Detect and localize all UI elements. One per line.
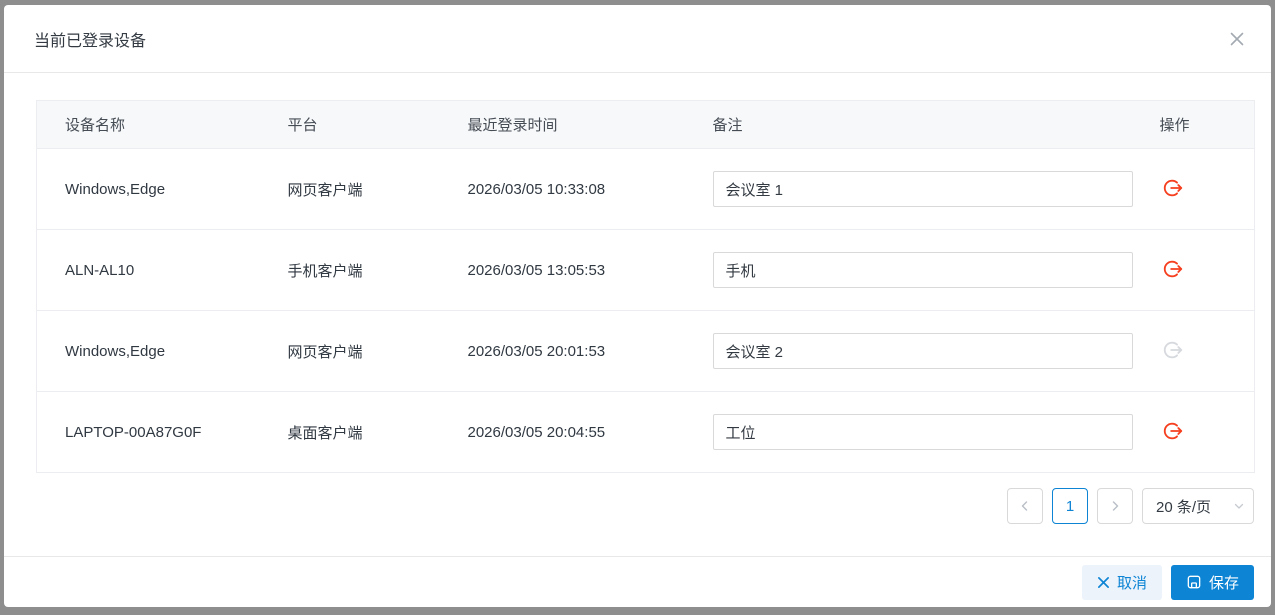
page-1-button[interactable]: 1 [1052, 488, 1088, 524]
logout-icon [1162, 258, 1184, 280]
operation-cell [1131, 229, 1255, 311]
remark-input[interactable] [712, 171, 1133, 207]
table-row: Windows,Edge 网页客户端 2026/03/05 20:01:53 [36, 310, 1255, 392]
table-row: LAPTOP-00A87G0F 桌面客户端 2026/03/05 20:04:5… [36, 391, 1255, 473]
pagination: 1 20 条/页 [36, 488, 1254, 524]
operation-cell [1131, 391, 1255, 473]
last-login-cell: 2026/03/05 20:04:55 [439, 391, 685, 473]
table-header-row: 设备名称 平台 最近登录时间 备注 操作 [36, 100, 1255, 149]
column-header-device-name: 设备名称 [36, 100, 260, 149]
operation-cell [1131, 148, 1255, 230]
table-row: Windows,Edge 网页客户端 2026/03/05 10:33:08 [36, 148, 1255, 230]
remark-cell [684, 310, 1133, 392]
next-page-button[interactable] [1097, 488, 1133, 524]
remark-cell [684, 229, 1133, 311]
remark-input[interactable] [712, 333, 1133, 369]
remark-cell [684, 148, 1133, 230]
close-icon [1229, 31, 1245, 47]
modal-footer: 取消 保存 [4, 556, 1271, 607]
last-login-cell: 2026/03/05 20:01:53 [439, 310, 685, 392]
table-body: Windows,Edge 网页客户端 2026/03/05 10:33:08 A… [36, 148, 1255, 473]
device-name-cell: ALN-AL10 [36, 229, 260, 311]
modal-title: 当前已登录设备 [34, 32, 147, 50]
device-name-cell: Windows,Edge [36, 148, 260, 230]
device-name-cell: LAPTOP-00A87G0F [36, 391, 260, 473]
logout-button[interactable] [1160, 175, 1186, 201]
platform-cell: 网页客户端 [259, 148, 440, 230]
remark-cell [684, 391, 1133, 473]
cancel-button-label: 取消 [1116, 574, 1147, 592]
logout-button [1160, 337, 1186, 363]
chevron-down-icon [1233, 500, 1245, 512]
remark-input[interactable] [712, 252, 1133, 288]
last-login-cell: 2026/03/05 10:33:08 [439, 148, 685, 230]
platform-cell: 桌面客户端 [259, 391, 440, 473]
save-button-label: 保存 [1208, 574, 1239, 592]
column-header-remark: 备注 [684, 100, 1132, 149]
cancel-button[interactable]: 取消 [1081, 564, 1162, 600]
close-button[interactable] [1225, 27, 1249, 51]
chevron-left-icon [1019, 500, 1031, 512]
logout-icon [1162, 339, 1184, 361]
page-size-value: 20 条/页 [1156, 498, 1212, 516]
table-row: ALN-AL10 手机客户端 2026/03/05 13:05:53 [36, 229, 1255, 311]
cancel-x-icon [1097, 576, 1110, 589]
save-disk-icon [1186, 574, 1202, 590]
logout-button[interactable] [1160, 418, 1186, 444]
logout-icon [1162, 177, 1184, 199]
last-login-cell: 2026/03/05 13:05:53 [439, 229, 685, 311]
save-button[interactable]: 保存 [1170, 564, 1254, 600]
logout-icon [1162, 420, 1184, 442]
chevron-right-icon [1109, 500, 1121, 512]
modal-body: 设备名称 平台 最近登录时间 备注 操作 Windows,Edge 网页客户端 … [4, 73, 1271, 556]
logged-in-devices-modal: 当前已登录设备 设备名称 平台 最近登录时间 备注 操作 Windows,Edg… [4, 5, 1271, 607]
logout-button[interactable] [1160, 256, 1186, 282]
column-header-operation: 操作 [1131, 100, 1255, 149]
modal-header: 当前已登录设备 [4, 5, 1271, 73]
devices-table: 设备名称 平台 最近登录时间 备注 操作 Windows,Edge 网页客户端 … [36, 100, 1255, 473]
column-header-last-login: 最近登录时间 [439, 100, 685, 149]
prev-page-button[interactable] [1007, 488, 1043, 524]
platform-cell: 网页客户端 [259, 310, 440, 392]
remark-input[interactable] [712, 414, 1133, 450]
page-size-select[interactable]: 20 条/页 [1142, 488, 1254, 524]
column-header-platform: 平台 [259, 100, 440, 149]
device-name-cell: Windows,Edge [36, 310, 260, 392]
operation-cell [1131, 310, 1255, 392]
platform-cell: 手机客户端 [259, 229, 440, 311]
